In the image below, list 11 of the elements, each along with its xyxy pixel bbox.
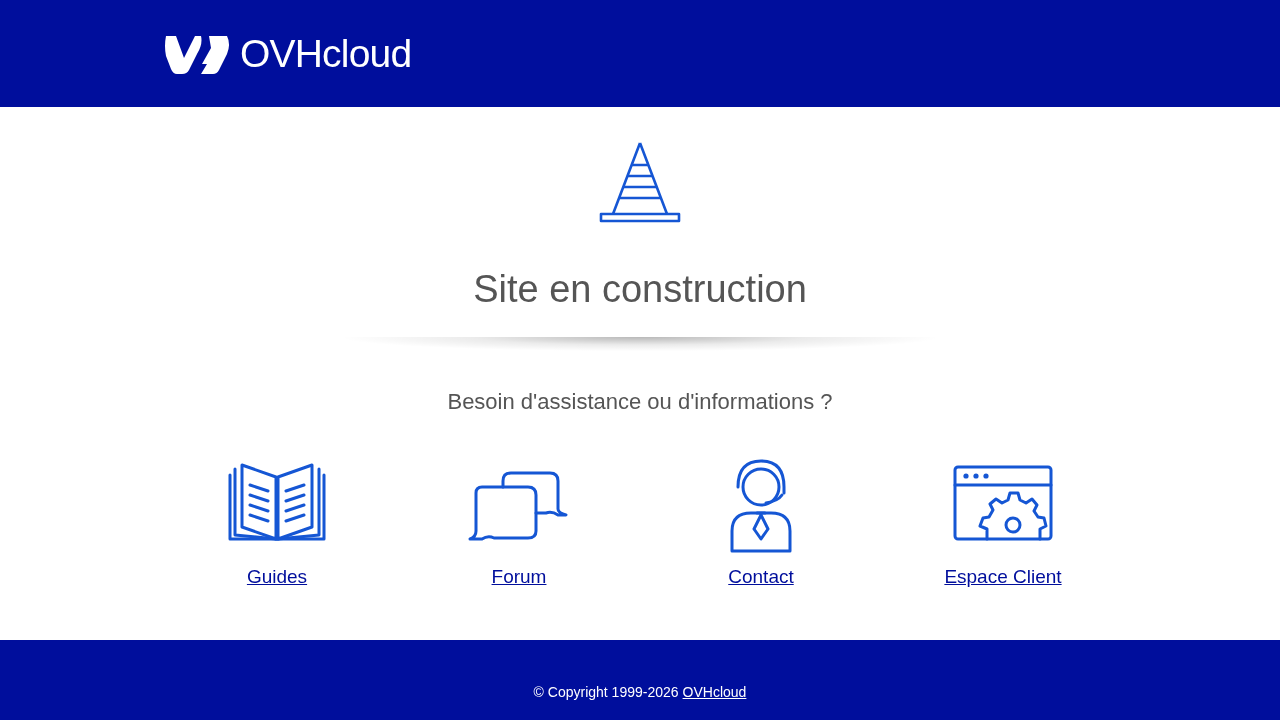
traffic-cone-icon [599,141,681,223]
copyright-text: © Copyright 1999-2026 [533,683,679,700]
help-link[interactable]: Contact [728,565,794,589]
page-title: Site en construction [473,267,807,312]
help-link[interactable]: Espace Client [944,565,1062,589]
logo-mark-icon [165,33,231,74]
footer-link[interactable]: OVHcloud [682,683,747,700]
help-link[interactable]: Guides [246,565,308,589]
help-subtitle: Besoin d'assistance ou d'informations ? [447,388,833,416]
logo-text: OVHcloud [240,34,412,73]
help-link[interactable]: Forum [491,565,547,589]
